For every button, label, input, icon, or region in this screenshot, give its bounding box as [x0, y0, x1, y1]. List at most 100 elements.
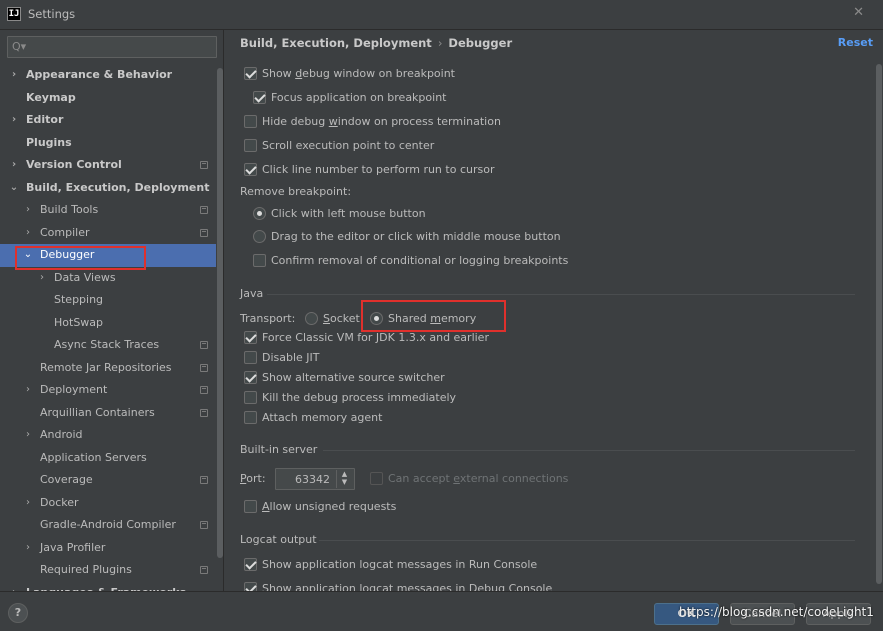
sidebar-item-plugins[interactable]: Plugins [0, 132, 216, 155]
search-input[interactable] [28, 38, 212, 56]
chevron-down-icon[interactable]: ⌄ [9, 177, 19, 200]
disable-jit-checkbox[interactable] [244, 350, 257, 364]
hide-debug-window-checkbox[interactable] [244, 114, 257, 128]
confirm-removal-checkbox[interactable] [253, 253, 266, 267]
remove-left-click-radio[interactable] [253, 206, 266, 220]
chevron-right-icon[interactable]: › [9, 64, 19, 87]
sidebar-item-languages-frameworks[interactable]: › Languages & Frameworks [0, 582, 216, 592]
sidebar-item-async-stack-traces[interactable]: Async Stack Traces [0, 334, 216, 357]
shared-memory-radio[interactable] [370, 311, 383, 325]
transport-row: Transport: [240, 311, 295, 327]
sidebar-item-deployment[interactable]: › Deployment [0, 379, 216, 402]
content-scrollbar[interactable] [876, 60, 882, 591]
alt-source-checkbox[interactable] [244, 370, 257, 384]
click-line-option[interactable]: Click line number to perform run to curs… [244, 162, 494, 178]
reset-link[interactable]: Reset [838, 36, 873, 49]
project-scope-icon [200, 566, 208, 574]
sidebar-item-docker[interactable]: › Docker [0, 492, 216, 515]
chevron-down-icon[interactable]: ⌄ [23, 244, 33, 267]
apply-button[interactable]: Apply [806, 603, 871, 625]
project-scope-icon [200, 341, 208, 349]
content-scroll-thumb[interactable] [876, 64, 882, 584]
remove-drag-radio[interactable] [253, 229, 266, 243]
attach-agent-checkbox[interactable] [244, 410, 257, 424]
scroll-exec-option[interactable]: Scroll execution point to center [244, 138, 434, 154]
kill-debug-checkbox[interactable] [244, 390, 257, 404]
chevron-right-icon[interactable]: › [9, 154, 19, 177]
unsigned-requests-checkbox[interactable] [244, 499, 257, 513]
socket-option[interactable]: Socket [305, 311, 360, 327]
cancel-button[interactable]: Cancel [730, 603, 795, 625]
port-spin-buttons[interactable]: ▲ ▼ [336, 470, 352, 488]
sidebar-item-gradle-android-compiler[interactable]: Gradle-Android Compiler [0, 514, 216, 537]
sidebar-item-label: Async Stack Traces [54, 338, 160, 351]
chevron-right-icon[interactable]: › [23, 492, 33, 515]
socket-radio[interactable] [305, 311, 318, 325]
help-button[interactable]: ? [8, 603, 28, 623]
chevron-right-icon[interactable]: › [23, 199, 33, 222]
port-spinner[interactable]: ▲ ▼ [275, 468, 355, 490]
breadcrumb-parent: Build, Execution, Deployment [240, 36, 432, 50]
remove-left-click-option[interactable]: Click with left mouse button [253, 206, 426, 222]
sidebar-item-build-tools[interactable]: › Build Tools [0, 199, 216, 222]
spin-down-icon[interactable]: ▼ [337, 478, 352, 486]
focus-app-checkbox[interactable] [253, 90, 266, 104]
force-classic-checkbox[interactable] [244, 330, 257, 344]
sidebar-item-stepping[interactable]: Stepping [0, 289, 216, 312]
sidebar-item-compiler[interactable]: › Compiler [0, 222, 216, 245]
sidebar-item-editor[interactable]: › Editor [0, 109, 216, 132]
logcat-debug-option[interactable]: Show application logcat messages in Debu… [244, 581, 552, 591]
logcat-run-option[interactable]: Show application logcat messages in Run … [244, 557, 537, 573]
attach-agent-option[interactable]: Attach memory agent [244, 410, 382, 426]
sidebar-item-keymap[interactable]: Keymap [0, 87, 216, 110]
sidebar-item-coverage[interactable]: Coverage [0, 469, 216, 492]
chevron-right-icon[interactable]: › [23, 379, 33, 402]
chevron-right-icon[interactable]: › [9, 109, 19, 132]
show-debug-window-checkbox[interactable] [244, 66, 257, 80]
logcat-section-title: Logcat output [240, 533, 317, 546]
confirm-removal-option[interactable]: Confirm removal of conditional or loggin… [253, 253, 568, 269]
search-field[interactable]: Q▾ [7, 36, 217, 58]
show-debug-window-option[interactable]: Show debug window on breakpoint [244, 66, 455, 82]
sidebar-item-android[interactable]: › Android [0, 424, 216, 447]
spin-up-icon[interactable]: ▲ [337, 470, 352, 478]
sidebar-item-hotswap[interactable]: HotSwap [0, 312, 216, 335]
sidebar-scrollbar[interactable] [216, 64, 223, 591]
kill-debug-option[interactable]: Kill the debug process immediately [244, 390, 456, 406]
chevron-right-icon[interactable]: › [23, 222, 33, 245]
shared-memory-option[interactable]: Shared memory [370, 311, 476, 327]
sidebar-item-version-control[interactable]: › Version Control [0, 154, 216, 177]
sidebar-item-arquillian-containers[interactable]: Arquillian Containers [0, 402, 216, 425]
sidebar-item-required-plugins[interactable]: Required Plugins [0, 559, 216, 582]
focus-app-option[interactable]: Focus application on breakpoint [253, 90, 446, 106]
external-connections-checkbox[interactable] [370, 471, 383, 485]
chevron-right-icon[interactable]: › [37, 267, 47, 290]
port-input[interactable] [280, 470, 330, 488]
disable-jit-option[interactable]: Disable JIT [244, 350, 320, 366]
chevron-right-icon[interactable]: › [23, 424, 33, 447]
hide-debug-window-option[interactable]: Hide debug window on process termination [244, 114, 501, 130]
sidebar-item-remote-jar-repositories[interactable]: Remote Jar Repositories [0, 357, 216, 380]
project-scope-icon [200, 363, 208, 372]
chevron-right-icon[interactable]: › [23, 537, 33, 560]
force-classic-option[interactable]: Force Classic VM for JDK 1.3.x and earli… [244, 330, 489, 346]
sidebar-item-application-servers[interactable]: Application Servers [0, 447, 216, 470]
sidebar-scroll-thumb[interactable] [217, 68, 223, 558]
sidebar-item-debugger[interactable]: ⌄ Debugger [0, 244, 216, 267]
external-connections-option[interactable]: Can accept external connections [370, 471, 568, 487]
sidebar-item-label: HotSwap [54, 315, 104, 329]
chevron-right-icon[interactable]: › [9, 582, 19, 592]
close-icon[interactable]: ✕ [853, 5, 864, 20]
remove-drag-option[interactable]: Drag to the editor or click with middle … [253, 229, 561, 245]
logcat-debug-checkbox[interactable] [244, 581, 257, 591]
unsigned-requests-option[interactable]: Allow unsigned requests [244, 499, 396, 515]
sidebar-item-build-execution-deployment[interactable]: ⌄ Build, Execution, Deployment [0, 177, 216, 200]
sidebar-item-appearance-behavior[interactable]: › Appearance & Behavior [0, 64, 216, 87]
sidebar-item-data-views[interactable]: › Data Views [0, 267, 216, 290]
alt-source-option[interactable]: Show alternative source switcher [244, 370, 445, 386]
click-line-checkbox[interactable] [244, 162, 257, 176]
sidebar-item-java-profiler[interactable]: › Java Profiler [0, 537, 216, 560]
scroll-exec-checkbox[interactable] [244, 138, 257, 152]
ok-button[interactable]: OK [654, 603, 719, 625]
logcat-run-checkbox[interactable] [244, 557, 257, 571]
